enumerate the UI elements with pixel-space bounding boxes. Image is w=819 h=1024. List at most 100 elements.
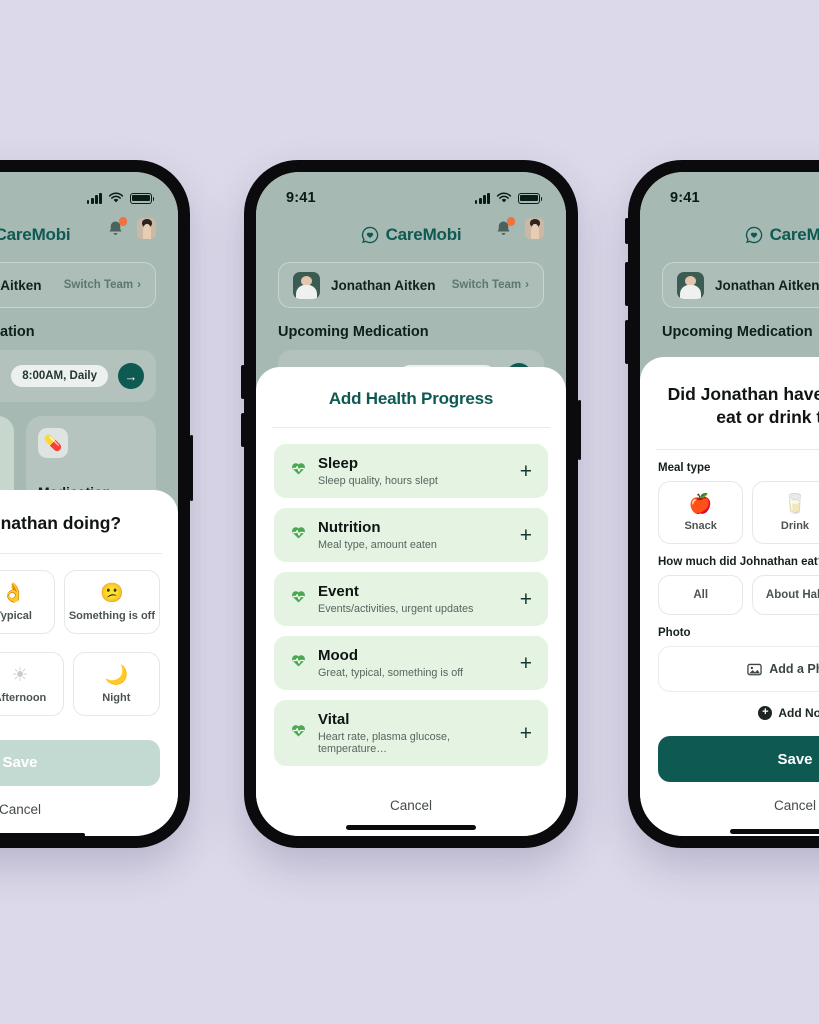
arrow-right-icon[interactable]: → xyxy=(118,363,144,389)
wifi-icon xyxy=(108,192,124,203)
mood-option-something-off[interactable]: 😕 Something is off xyxy=(63,569,161,634)
home-indicator-right xyxy=(730,829,819,834)
progress-item-title: Mood xyxy=(318,647,358,664)
progress-item-subtitle: Events/activities, urgent updates xyxy=(318,603,474,615)
medication-card-left[interactable]: Rivastigmine ☀ 8:00AM, Daily → xyxy=(0,350,156,402)
cancel-button-left[interactable]: Cancel xyxy=(0,786,178,827)
team-member-name-left: Jonathan Aitken xyxy=(0,277,42,293)
mood-option-typical[interactable]: 👌 Typical xyxy=(0,569,55,634)
phone-center-volume-down[interactable] xyxy=(241,413,245,447)
team-member-name-center: Jonathan Aitken xyxy=(331,277,436,293)
meal-type-snack[interactable]: 🍎 Snack xyxy=(658,480,744,545)
add-health-progress-sheet: Add Health Progress Sleep Sleep quality,… xyxy=(256,367,566,836)
progress-item-nutrition[interactable]: Nutrition Meal type, amount eaten + xyxy=(274,508,548,562)
brand-name-center: CareMobi xyxy=(385,225,462,244)
progress-item-event[interactable]: Event Events/activities, urgent updates … xyxy=(274,572,548,626)
user-avatar-icon[interactable] xyxy=(137,218,156,239)
home-indicator-left xyxy=(0,832,85,836)
team-card-right[interactable]: Jonathan Aitken Switch Team › xyxy=(662,262,819,308)
phone-center-power-button[interactable] xyxy=(577,400,581,460)
heart-pulse-icon xyxy=(290,524,307,546)
amount-chips: All About Half None xyxy=(658,575,819,616)
sheet-divider xyxy=(656,448,819,450)
plus-icon[interactable]: + xyxy=(520,589,532,610)
plus-icon[interactable]: + xyxy=(520,461,532,482)
phone-right-volume-down[interactable] xyxy=(625,320,629,364)
chevron-right-icon: › xyxy=(525,279,529,291)
meal-type-drink[interactable]: 🥛 Drink xyxy=(752,480,819,545)
meal-type-chips: 🍎 Snack 🥛 Drink 🍳 Breakfast xyxy=(658,480,819,545)
battery-icon xyxy=(130,192,155,204)
plus-icon[interactable]: + xyxy=(520,723,532,744)
nutrition-question: Did Jonathan have anything to eat or dri… xyxy=(640,357,819,449)
add-note-label: Add Note xyxy=(778,706,819,721)
progress-item-vital[interactable]: Vital Heart rate, plasma glucose, temper… xyxy=(274,700,548,766)
amount-about-half[interactable]: About Half xyxy=(752,575,819,616)
time-option-night[interactable]: 🌙 Night xyxy=(72,651,160,716)
cancel-button-center[interactable]: Cancel xyxy=(256,776,566,819)
plus-icon[interactable]: + xyxy=(520,525,532,546)
brand-name-right: CareMobi xyxy=(769,225,819,244)
phone-center: 9:41 CareMobi Jonathan Aitken Switch Tea… xyxy=(241,160,581,848)
switch-team-link-center[interactable]: Switch Team › xyxy=(452,279,529,291)
section-title-left: Upcoming Medication xyxy=(0,324,35,340)
save-button-left[interactable]: Save xyxy=(0,739,160,786)
brand-logo-right: CareMobi xyxy=(745,225,819,245)
sheet-divider xyxy=(272,427,550,428)
section-title-center: Upcoming Medication xyxy=(278,324,429,340)
nutrition-question-line1: Did Jonathan have anything to xyxy=(667,384,819,404)
moon-icon: 🌙 xyxy=(104,664,129,686)
brand-name-left: CareMobi xyxy=(0,225,71,244)
phone-left: 9:41 xyxy=(0,160,193,848)
patient-avatar xyxy=(293,271,320,299)
progress-item-sleep[interactable]: Sleep Sleep quality, hours slept + xyxy=(274,444,548,498)
phone-right-volume-up[interactable] xyxy=(625,262,629,306)
status-bar-left: 9:41 xyxy=(0,172,178,214)
sheet-title-center: Add Health Progress xyxy=(328,389,494,408)
amount-all[interactable]: All xyxy=(658,575,744,616)
screenshot-canvas: 9:41 xyxy=(0,0,819,1024)
brand-logo-center: CareMobi xyxy=(361,225,462,245)
mood-option-label: Something is off xyxy=(68,609,156,622)
plus-icon[interactable]: + xyxy=(520,653,532,674)
add-note-button[interactable]: + Add Note xyxy=(640,692,819,732)
home-indicator-center xyxy=(346,825,476,830)
progress-item-title: Vital xyxy=(318,711,350,728)
team-card-left[interactable]: Jonathan Aitken Switch Team › xyxy=(0,262,156,308)
save-button-right[interactable]: Save xyxy=(658,736,819,783)
phone-left-screen: 9:41 xyxy=(0,172,178,836)
progress-item-mood[interactable]: Mood Great, typical, something is off + xyxy=(274,636,548,690)
user-avatar-icon[interactable] xyxy=(525,218,544,239)
sun-icon: ☀ xyxy=(11,664,29,686)
add-photo-label: Add a Photo xyxy=(769,662,819,677)
add-photo-button[interactable]: Add a Photo xyxy=(658,646,819,693)
amount-label: How much did Johnathan eat? xyxy=(658,556,819,569)
sheet-divider xyxy=(0,552,162,554)
bell-icon[interactable] xyxy=(106,217,127,238)
notification-badge xyxy=(118,217,127,226)
progress-item-subtitle: Meal type, amount eaten xyxy=(318,539,437,551)
phone-right-screen: 9:41 CareM Jonathan Aitken Upcoming Medi… xyxy=(640,172,819,836)
mood-question: How is Jonathan doing? xyxy=(0,513,122,533)
bell-icon[interactable] xyxy=(494,217,515,238)
pill-icon: 💊 xyxy=(38,428,68,458)
ok-hand-emoji: 👌 xyxy=(1,582,26,604)
phone-right-silent-switch[interactable] xyxy=(625,218,629,244)
app-header-right: CareMobi xyxy=(640,216,819,254)
progress-item-title: Nutrition xyxy=(318,519,381,536)
wifi-icon xyxy=(496,192,512,203)
switch-team-link-left[interactable]: Switch Team › xyxy=(64,279,141,291)
progress-item-subtitle: Sleep quality, hours slept xyxy=(318,475,438,487)
phone-right: 9:41 CareM Jonathan Aitken Upcoming Medi… xyxy=(625,160,819,848)
status-bar-right: 9:41 xyxy=(640,172,819,214)
image-icon xyxy=(747,663,762,676)
header-icons-center xyxy=(494,217,544,239)
patient-avatar xyxy=(677,271,704,299)
time-option-afternoon[interactable]: ☀ Afternoon xyxy=(0,651,64,716)
phone-left-power-button[interactable] xyxy=(189,435,193,501)
team-card-center[interactable]: Jonathan Aitken Switch Team › xyxy=(278,262,544,308)
time-option-label: Afternoon xyxy=(0,691,47,704)
amount-label-item: All xyxy=(693,589,709,602)
phone-center-volume-up[interactable] xyxy=(241,365,245,399)
cancel-button-right[interactable]: Cancel xyxy=(640,782,819,823)
